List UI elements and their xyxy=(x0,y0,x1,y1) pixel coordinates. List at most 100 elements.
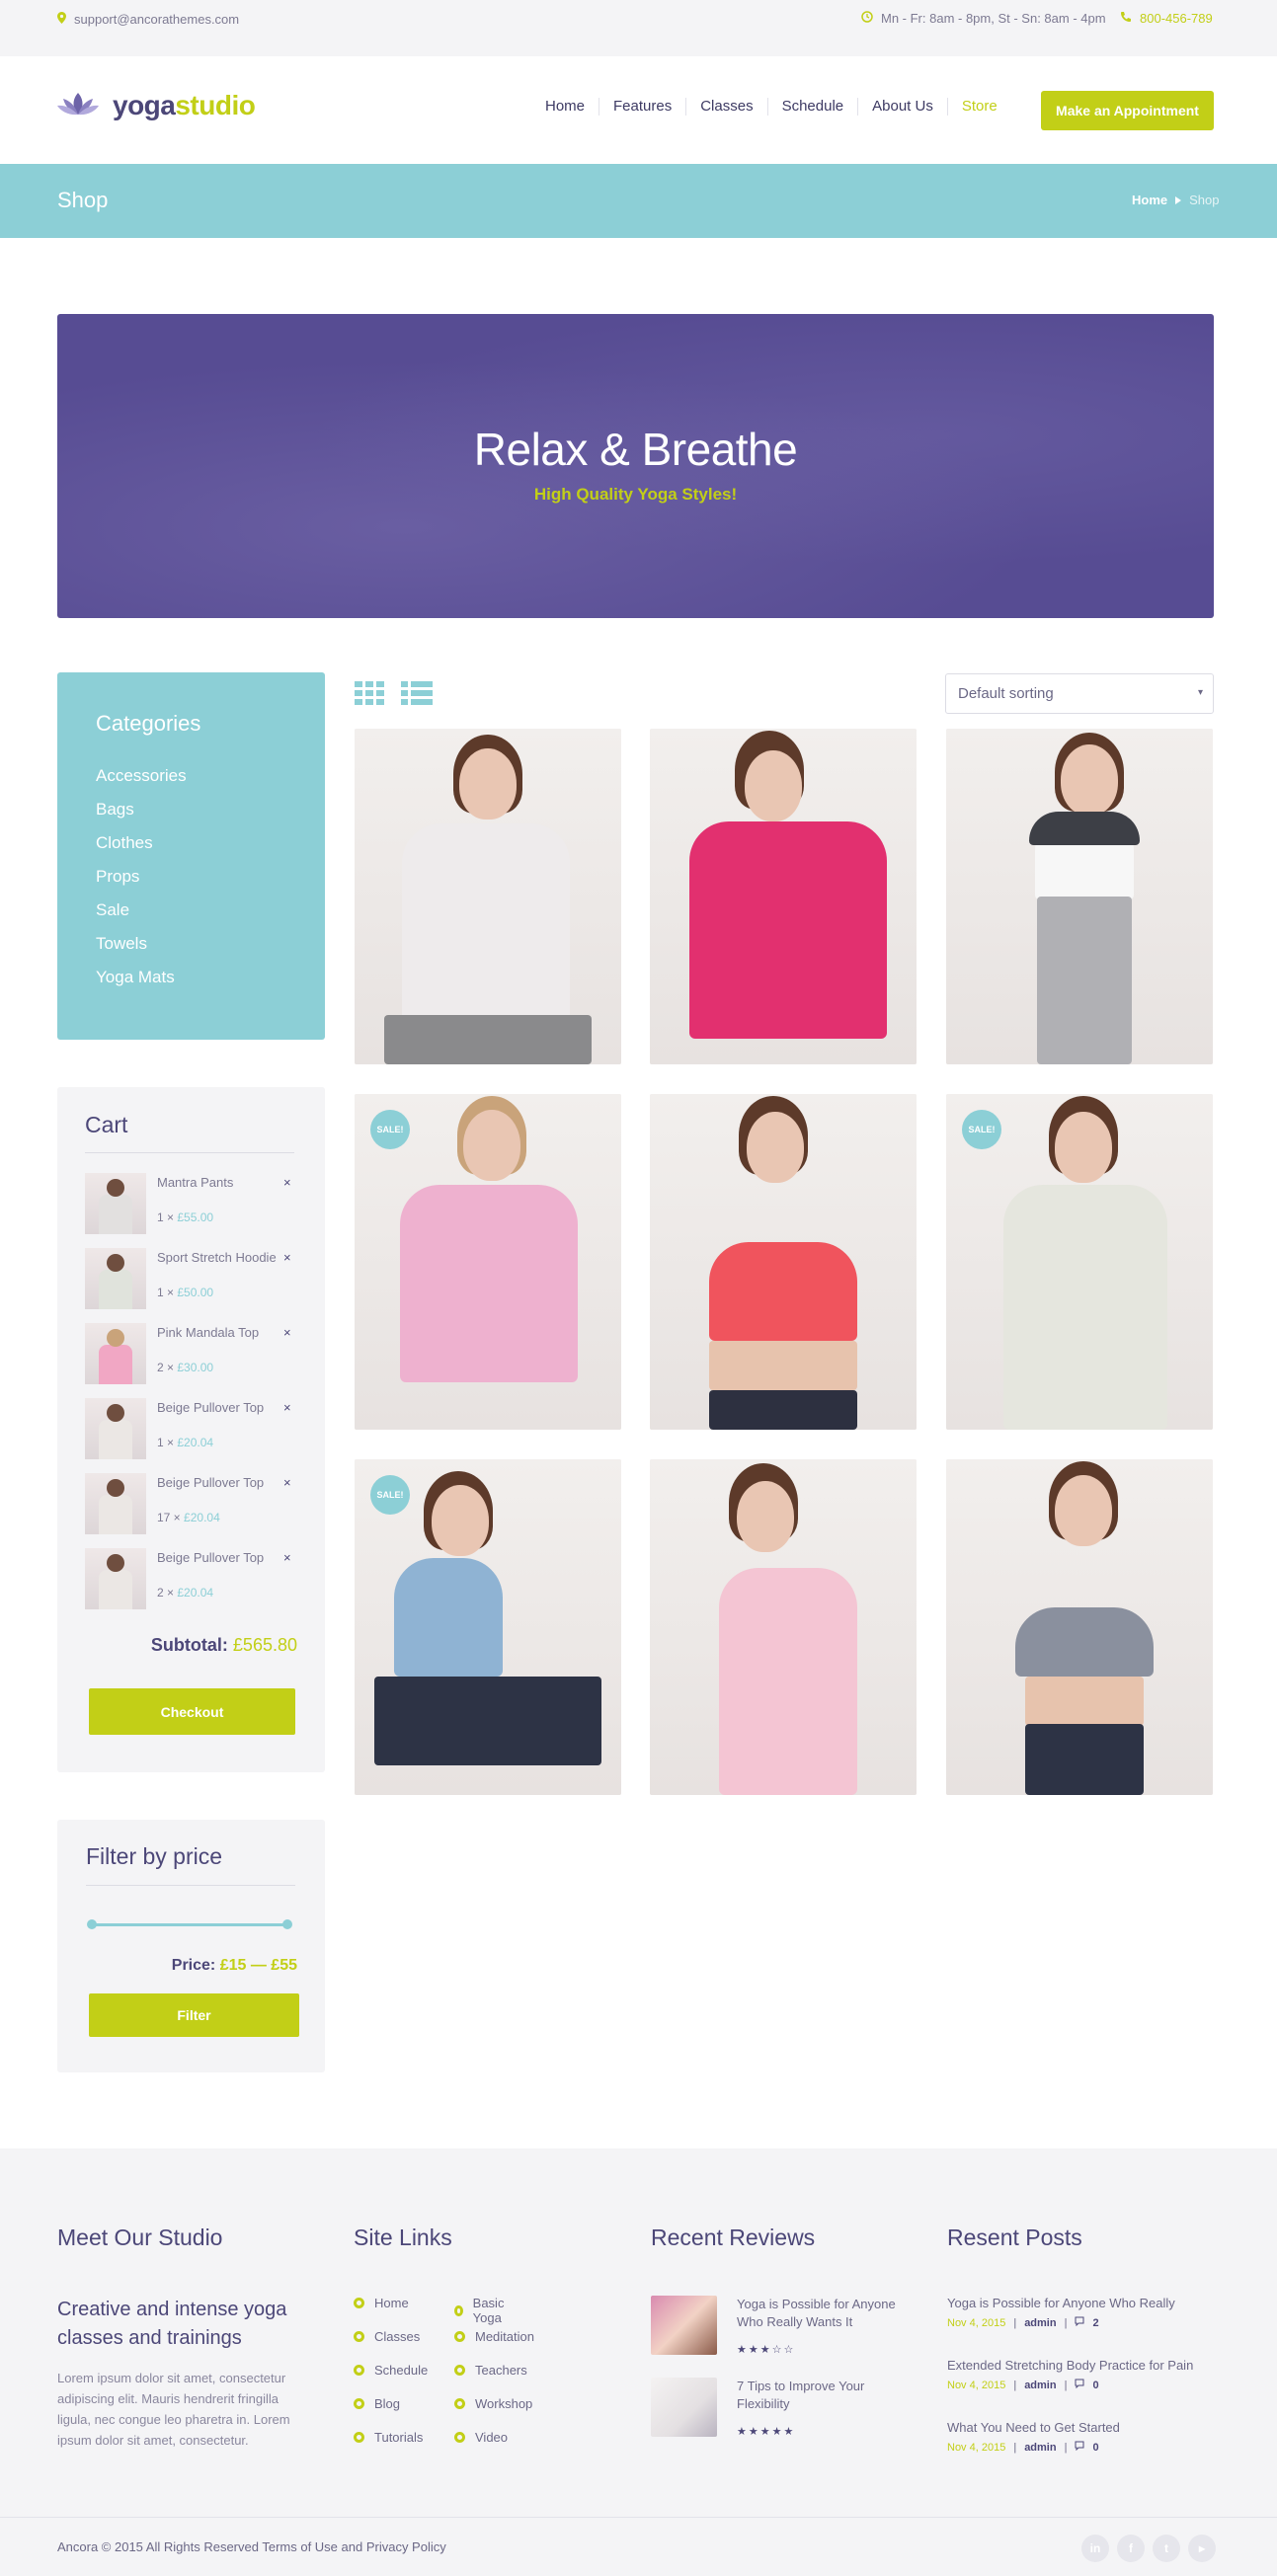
price-slider-track[interactable] xyxy=(91,1923,288,1926)
product-card[interactable] xyxy=(650,1459,917,1795)
footer-link-label[interactable]: Basic Yoga xyxy=(473,2296,507,2325)
category-accessories[interactable]: Accessories xyxy=(96,765,187,799)
footer-link[interactable]: Basic Yoga xyxy=(454,2296,507,2325)
post-comment-count[interactable]: 0 xyxy=(1092,2380,1098,2391)
review-item[interactable]: 7 Tips to Improve Your Flexibility ★★★★★ xyxy=(651,2378,918,2441)
post-author[interactable]: admin xyxy=(1024,2380,1056,2391)
nav-store[interactable]: Store xyxy=(948,98,1011,116)
contact-email[interactable]: support@ancorathemes.com xyxy=(57,12,239,27)
footer-link-label[interactable]: Workshop xyxy=(475,2396,532,2411)
phone-text[interactable]: 800-456-789 xyxy=(1140,11,1213,26)
product-card[interactable]: SALE! xyxy=(946,1094,1213,1430)
post-date[interactable]: Nov 4, 2015 xyxy=(947,2380,1005,2391)
footer-link-label[interactable]: Blog xyxy=(374,2396,400,2411)
footer-link-label[interactable]: Tutorials xyxy=(374,2430,423,2445)
post-date[interactable]: Nov 4, 2015 xyxy=(947,2442,1005,2454)
product-card[interactable] xyxy=(946,729,1213,1064)
remove-item-button[interactable]: × xyxy=(283,1175,291,1190)
cart-item-thumbnail[interactable] xyxy=(85,1398,146,1459)
checkout-button[interactable]: Checkout xyxy=(89,1688,295,1735)
price-slider-min-handle[interactable] xyxy=(87,1919,97,1929)
cart-item-name[interactable]: Beige Pullover Top xyxy=(157,1400,264,1415)
footer-link[interactable]: Schedule xyxy=(354,2363,428,2378)
sort-select[interactable]: Default sorting ▾ xyxy=(945,673,1214,714)
remove-item-button[interactable]: × xyxy=(283,1550,291,1565)
product-model-face xyxy=(1061,744,1118,816)
footer-link[interactable]: Workshop xyxy=(454,2396,532,2411)
make-appointment-button[interactable]: Make an Appointment xyxy=(1041,91,1214,130)
footer-link-label[interactable]: Meditation xyxy=(475,2329,534,2344)
review-thumbnail[interactable] xyxy=(651,2296,717,2355)
nav-classes[interactable]: Classes xyxy=(686,98,768,116)
category-clothes[interactable]: Clothes xyxy=(96,832,187,866)
post-item: What You Need to Get Started Nov 4, 2015… xyxy=(947,2420,1214,2454)
footer-link[interactable]: Video xyxy=(454,2430,508,2445)
footer-link-label[interactable]: Home xyxy=(374,2296,409,2310)
post-comment-count[interactable]: 2 xyxy=(1092,2317,1098,2329)
post-title[interactable]: Yoga is Possible for Anyone Who Really xyxy=(947,2296,1214,2310)
product-card[interactable]: SALE! xyxy=(355,1094,621,1430)
product-card[interactable] xyxy=(355,729,621,1064)
cart-item-name[interactable]: Beige Pullover Top xyxy=(157,1550,264,1565)
facebook-icon[interactable]: f xyxy=(1117,2535,1145,2562)
remove-item-button[interactable]: × xyxy=(283,1325,291,1340)
twitter-icon[interactable]: t xyxy=(1153,2535,1180,2562)
review-item[interactable]: Yoga is Possible for Anyone Who Really W… xyxy=(651,2296,918,2359)
category-yoga-mats[interactable]: Yoga Mats xyxy=(96,967,187,1000)
cart-item-thumbnail[interactable] xyxy=(85,1473,146,1534)
footer-link[interactable]: Home xyxy=(354,2296,409,2310)
product-card[interactable] xyxy=(650,1094,917,1430)
filter-button[interactable]: Filter xyxy=(89,1993,299,2037)
category-towels[interactable]: Towels xyxy=(96,933,187,967)
cart-item-name[interactable]: Sport Stretch Hoodie xyxy=(157,1250,277,1265)
footer-link[interactable]: Tutorials xyxy=(354,2430,423,2445)
cart-item-name[interactable]: Beige Pullover Top xyxy=(157,1475,264,1490)
grid-view-icon[interactable] xyxy=(355,681,386,711)
product-model-face xyxy=(747,1112,804,1183)
post-date[interactable]: Nov 4, 2015 xyxy=(947,2317,1005,2329)
nav-schedule[interactable]: Schedule xyxy=(768,98,859,116)
product-card[interactable] xyxy=(946,1459,1213,1795)
remove-item-button[interactable]: × xyxy=(283,1250,291,1265)
review-thumbnail[interactable] xyxy=(651,2378,717,2437)
footer-link-label[interactable]: Video xyxy=(475,2430,508,2445)
nav-about-us[interactable]: About Us xyxy=(858,98,948,116)
nav-home[interactable]: Home xyxy=(531,98,600,116)
footer-link-label[interactable]: Schedule xyxy=(374,2363,428,2378)
footer-link[interactable]: Blog xyxy=(354,2396,400,2411)
post-title[interactable]: Extended Stretching Body Practice for Pa… xyxy=(947,2358,1214,2373)
cart-item-thumbnail[interactable] xyxy=(85,1323,146,1384)
category-sale[interactable]: Sale xyxy=(96,899,187,933)
cart-item-thumbnail[interactable] xyxy=(85,1248,146,1309)
linkedin-icon[interactable]: in xyxy=(1081,2535,1109,2562)
site-logo[interactable]: yogastudio xyxy=(57,90,256,121)
cart-item-thumbnail[interactable] xyxy=(85,1548,146,1609)
cart-item-name[interactable]: Mantra Pants xyxy=(157,1175,233,1190)
post-title[interactable]: What You Need to Get Started xyxy=(947,2420,1214,2435)
category-bags[interactable]: Bags xyxy=(96,799,187,832)
footer-link-label[interactable]: Teachers xyxy=(475,2363,527,2378)
cart-item-thumbnail[interactable] xyxy=(85,1173,146,1234)
category-props[interactable]: Props xyxy=(96,866,187,899)
product-card[interactable] xyxy=(650,729,917,1064)
product-card[interactable]: SALE! xyxy=(355,1459,621,1795)
remove-item-button[interactable]: × xyxy=(283,1400,291,1415)
price-slider-max-handle[interactable] xyxy=(282,1919,292,1929)
review-title[interactable]: 7 Tips to Improve Your Flexibility xyxy=(737,2378,915,2413)
nav-features[interactable]: Features xyxy=(599,98,687,116)
footer-link[interactable]: Meditation xyxy=(454,2329,534,2344)
breadcrumb-home[interactable]: Home xyxy=(1132,193,1167,207)
footer-link[interactable]: Teachers xyxy=(454,2363,527,2378)
post-comment-count[interactable]: 0 xyxy=(1092,2442,1098,2454)
list-view-icon[interactable] xyxy=(401,681,433,711)
post-author[interactable]: admin xyxy=(1024,2442,1056,2454)
contact-phone[interactable]: 800-456-789 xyxy=(1120,11,1213,26)
review-title[interactable]: Yoga is Possible for Anyone Who Really W… xyxy=(737,2296,915,2331)
email-text[interactable]: support@ancorathemes.com xyxy=(74,12,239,27)
footer-link-label[interactable]: Classes xyxy=(374,2329,420,2344)
remove-item-button[interactable]: × xyxy=(283,1475,291,1490)
cart-item-name[interactable]: Pink Mandala Top xyxy=(157,1325,259,1340)
post-author[interactable]: admin xyxy=(1024,2317,1056,2329)
footer-link[interactable]: Classes xyxy=(354,2329,420,2344)
video-icon[interactable]: ▸ xyxy=(1188,2535,1216,2562)
